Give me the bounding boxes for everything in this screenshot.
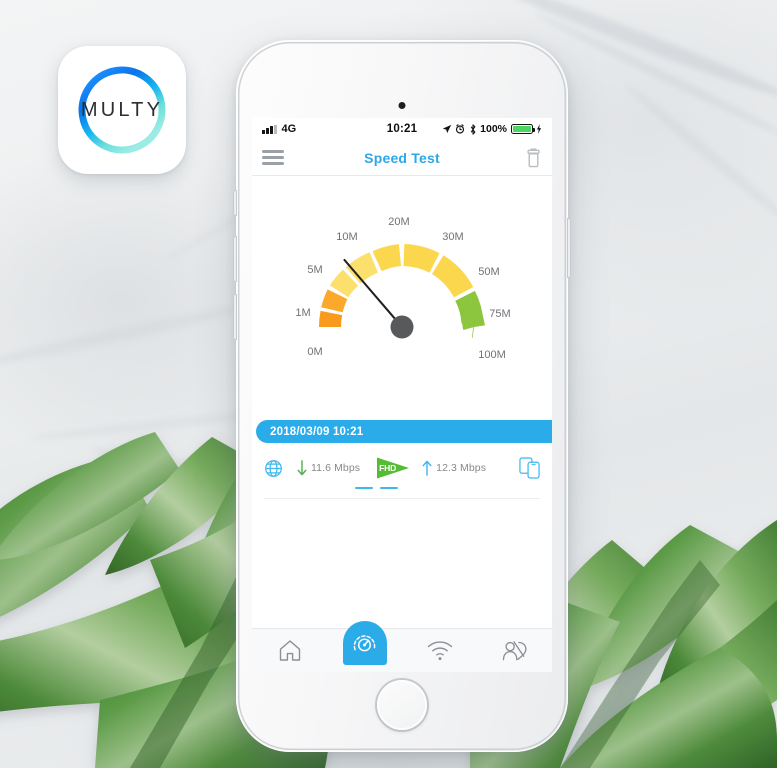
tab-guest[interactable] <box>477 629 552 672</box>
carrier-label: 4G <box>281 123 297 135</box>
pagination-dashes[interactable] <box>252 487 552 490</box>
section-divider <box>264 498 540 500</box>
download-value: 11.6 Mbps <box>311 462 361 474</box>
alarm-clock-icon <box>456 124 465 134</box>
battery-full-icon <box>510 124 535 134</box>
battery-percent: 100% <box>480 123 508 135</box>
marble-vein <box>622 80 777 231</box>
gauge-hub <box>390 315 414 339</box>
bluetooth-icon <box>470 123 476 135</box>
multy-app-icon[interactable]: MULTY <box>58 46 186 174</box>
tab-speedtest[interactable] <box>327 621 402 672</box>
status-time: 10:21 <box>386 123 418 135</box>
signal-bars-icon <box>262 124 277 134</box>
quality-badge-label: FHD <box>379 463 397 473</box>
upload-result: 12.3 Mbps <box>422 460 486 476</box>
phone-screen: 4G 10:21 100% Speed Test 0M 1M 5M 10M 20… <box>252 118 552 672</box>
gauge-label-4: 20M <box>388 216 409 228</box>
white-iphone: 4G 10:21 100% Speed Test 0M 1M 5M 10M 20… <box>233 40 571 752</box>
bottom-tab-bar <box>252 621 552 672</box>
speed-gauge: 0M 1M 5M 10M 20M 30M 50M 75M 100M <box>252 176 552 408</box>
page-title: Speed Test <box>364 149 440 166</box>
speedometer-icon <box>353 634 376 651</box>
gauge-label-8: 100M <box>478 349 506 361</box>
devices-icon[interactable] <box>519 457 540 479</box>
gauge-label-5: 30M <box>442 231 463 243</box>
scene: MULTY 4G 10:21 100% Speed Test 0M 1M 5M … <box>0 0 777 768</box>
gauge-label-0: 0M <box>307 346 322 358</box>
tab-wifi[interactable] <box>402 629 477 672</box>
hamburger-menu-icon[interactable] <box>262 150 284 165</box>
power-button[interactable] <box>567 218 571 278</box>
download-result: 11.6 Mbps <box>297 460 360 476</box>
volume-up-button[interactable] <box>233 236 237 282</box>
gauge-label-3: 10M <box>336 231 357 243</box>
gauge-labels: 0M 1M 5M 10M 20M 30M 50M 75M 100M <box>295 216 510 361</box>
arrow-up-icon <box>422 460 432 476</box>
gauge-label-7: 75M <box>489 308 510 320</box>
mute-switch[interactable] <box>233 190 237 216</box>
proximity-sensor <box>398 102 406 109</box>
status-bar: 4G 10:21 100% <box>252 118 552 140</box>
quality-badge: FHD <box>376 455 410 481</box>
tab-home[interactable] <box>252 629 327 672</box>
logo-wordmark: MULTY <box>81 99 163 121</box>
marble-vein <box>0 298 259 375</box>
guest-user-icon <box>502 641 527 661</box>
result-timestamp: 2018/03/09 10:21 <box>270 425 364 438</box>
volume-down-button[interactable] <box>233 294 237 340</box>
upload-value: 12.3 Mbps <box>436 462 487 474</box>
wifi-icon <box>427 641 452 661</box>
arrow-down-icon <box>297 460 307 476</box>
gauge-label-6: 50M <box>478 266 499 278</box>
trash-icon[interactable] <box>520 148 542 168</box>
home-button[interactable] <box>377 680 427 730</box>
gauge-label-2: 5M <box>307 264 322 276</box>
location-arrow-icon <box>442 124 451 134</box>
lightning-bolt-icon <box>536 124 542 134</box>
gauge-label-1: 1M <box>295 307 310 319</box>
result-timestamp-bar: 2018/03/09 10:21 <box>256 420 552 443</box>
app-nav-bar: Speed Test <box>252 140 552 176</box>
home-icon <box>279 640 300 661</box>
result-row: 11.6 Mbps FHD 12.3 Mbps <box>252 443 552 481</box>
globe-icon <box>264 459 283 478</box>
